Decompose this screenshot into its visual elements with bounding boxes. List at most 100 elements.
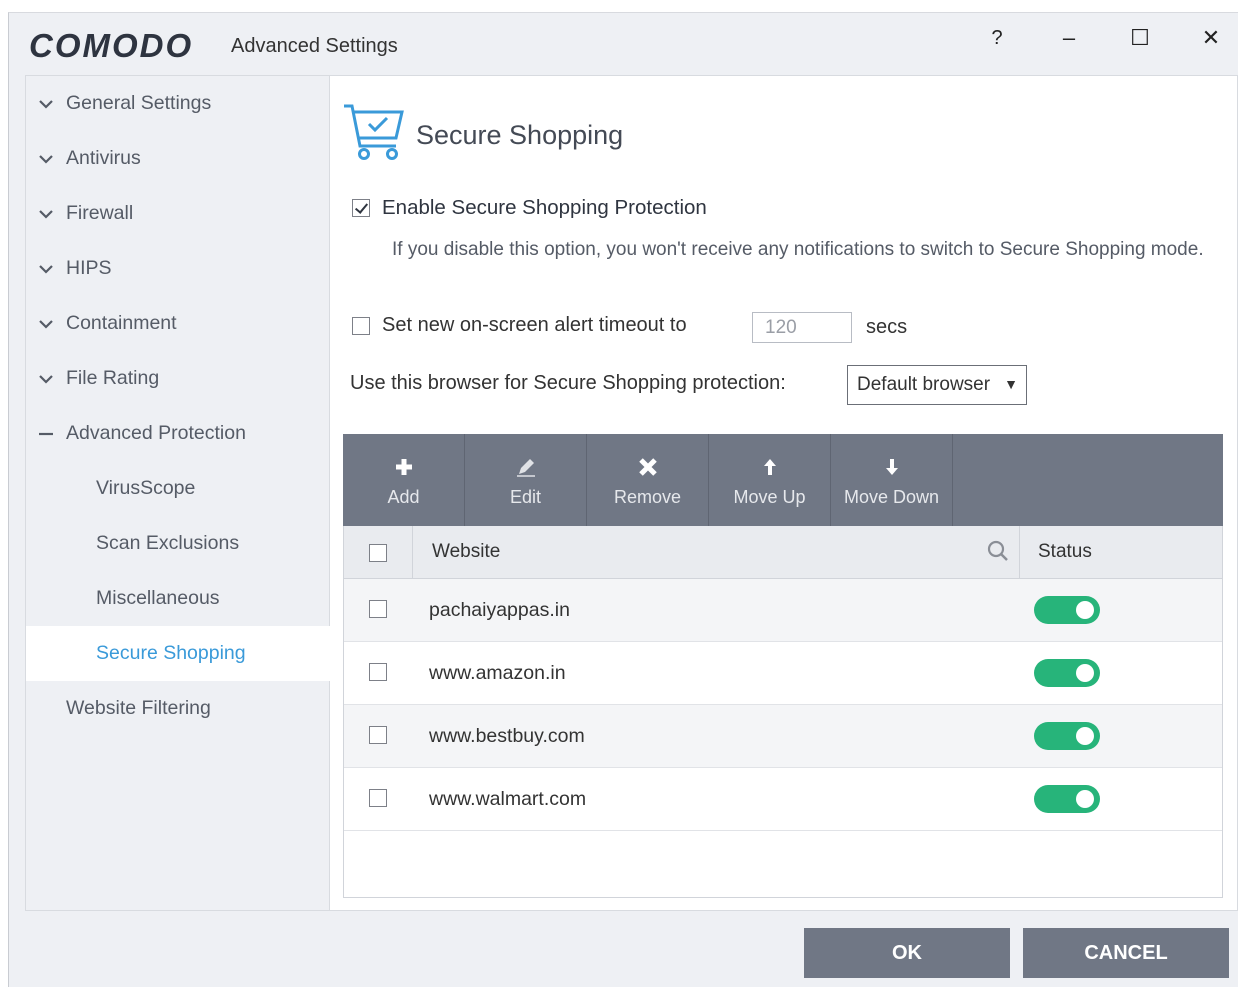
settings-panel: General Settings Antivirus Firewall HIPS… <box>25 75 1238 911</box>
website-cell: www.amazon.in <box>429 662 566 684</box>
cancel-button[interactable]: CANCEL <box>1023 928 1229 978</box>
sidebar-item-hips[interactable]: HIPS <box>26 241 330 296</box>
chevron-down-icon <box>26 154 66 164</box>
sidebar-item-antivirus[interactable]: Antivirus <box>26 131 330 186</box>
status-toggle[interactable] <box>1034 659 1100 687</box>
sidebar-item-file-rating[interactable]: File Rating <box>26 351 330 406</box>
sidebar-item-label: Advanced Protection <box>66 422 246 444</box>
table-row[interactable]: pachaiyappas.in <box>344 579 1222 642</box>
sidebar-item-label: HIPS <box>66 257 112 279</box>
sidebar-item-firewall[interactable]: Firewall <box>26 186 330 241</box>
move-down-button[interactable]: Move Down <box>831 434 953 526</box>
table-row[interactable]: www.bestbuy.com <box>344 705 1222 768</box>
move-up-button[interactable]: Move Up <box>709 434 831 526</box>
browser-select-value: Default browser <box>857 374 991 395</box>
move-down-button-label: Move Down <box>843 486 940 507</box>
add-button[interactable]: Add <box>343 434 465 526</box>
column-header-website[interactable]: Website <box>432 541 500 563</box>
status-toggle[interactable] <box>1034 596 1100 624</box>
sidebar-item-website-filtering[interactable]: Website Filtering <box>26 681 330 736</box>
row-checkbox[interactable] <box>369 600 387 618</box>
collapse-dash-icon <box>26 429 66 439</box>
sidebar: General Settings Antivirus Firewall HIPS… <box>26 76 330 910</box>
select-all-checkbox[interactable] <box>369 543 387 562</box>
table-row[interactable]: www.amazon.in <box>344 642 1222 705</box>
alert-timeout-label[interactable]: Set new on-screen alert timeout to <box>382 314 687 337</box>
sidebar-item-label: Firewall <box>66 202 134 224</box>
column-divider <box>1019 526 1020 579</box>
chevron-down-icon <box>26 99 66 109</box>
chevron-down-icon <box>26 319 66 329</box>
timeout-unit-label: secs <box>866 316 908 338</box>
page-title: Secure Shopping <box>416 120 624 150</box>
move-up-button-label: Move Up <box>733 486 806 507</box>
pencil-icon <box>515 453 537 481</box>
sidebar-item-scan-exclusions[interactable]: Scan Exclusions <box>26 516 330 571</box>
remove-button[interactable]: Remove <box>587 434 709 526</box>
toggle-knob <box>1076 790 1094 808</box>
sidebar-item-label: VirusScope <box>96 477 196 499</box>
ok-button[interactable]: OK <box>804 928 1010 978</box>
alert-timeout-checkbox[interactable] <box>352 316 370 335</box>
sidebar-item-label: Miscellaneous <box>96 587 220 609</box>
minimize-button[interactable]: – <box>1049 23 1089 53</box>
comodo-logo: COMODO <box>29 27 194 64</box>
status-toggle[interactable] <box>1034 785 1100 813</box>
toggle-knob <box>1076 727 1094 745</box>
chevron-down-icon <box>26 209 66 219</box>
enable-secure-shopping-label[interactable]: Enable Secure Shopping Protection <box>382 196 707 220</box>
shopping-cart-check-icon <box>342 102 406 167</box>
sidebar-item-label: File Rating <box>66 367 160 389</box>
arrow-up-icon <box>763 453 777 481</box>
row-checkbox[interactable] <box>369 726 387 744</box>
column-header-status[interactable]: Status <box>1038 541 1092 563</box>
enable-secure-shopping-checkbox[interactable] <box>352 199 370 217</box>
sidebar-item-containment[interactable]: Containment <box>26 296 330 351</box>
edit-button[interactable]: Edit <box>465 434 587 526</box>
title-bar[interactable]: COMODO Advanced Settings ? – ☐ ✕ <box>9 13 1238 75</box>
sidebar-item-label: Scan Exclusions <box>96 532 240 554</box>
toggle-knob <box>1076 664 1094 682</box>
enable-secure-shopping-row: Enable Secure Shopping Protection <box>352 196 707 220</box>
arrow-down-icon <box>885 453 899 481</box>
sidebar-item-miscellaneous[interactable]: Miscellaneous <box>26 571 330 626</box>
website-cell: www.bestbuy.com <box>429 725 585 747</box>
website-cell: pachaiyappas.in <box>429 599 570 621</box>
alert-timeout-input[interactable]: 120 <box>752 312 852 343</box>
website-table: Website Status pachaiyappas.in www.amazo… <box>343 526 1223 898</box>
help-button[interactable]: ? <box>977 23 1017 53</box>
main-content: Secure Shopping Enable Secure Shopping P… <box>330 76 1238 910</box>
close-button[interactable]: ✕ <box>1191 23 1231 53</box>
row-checkbox[interactable] <box>369 663 387 681</box>
plus-icon <box>394 453 414 481</box>
alert-timeout-row: Set new on-screen alert timeout to <box>352 314 687 337</box>
edit-button-label: Edit <box>509 486 542 507</box>
maximize-button[interactable]: ☐ <box>1120 23 1160 53</box>
sidebar-item-general-settings[interactable]: General Settings <box>26 76 330 131</box>
chevron-down-icon <box>26 264 66 274</box>
toggle-knob <box>1076 601 1094 619</box>
table-header: Website Status <box>344 526 1222 579</box>
enable-description: If you disable this option, you won't re… <box>392 239 1204 260</box>
sidebar-item-secure-shopping[interactable]: Secure Shopping <box>26 626 330 681</box>
table-row[interactable]: www.walmart.com <box>344 768 1222 831</box>
sidebar-item-label: Antivirus <box>66 147 141 169</box>
row-checkbox[interactable] <box>369 789 387 807</box>
sidebar-item-label: Secure Shopping <box>96 642 246 664</box>
sidebar-item-label: Containment <box>66 312 177 334</box>
add-button-label: Add <box>387 486 420 507</box>
status-toggle[interactable] <box>1034 722 1100 750</box>
search-icon[interactable] <box>987 540 1009 567</box>
settings-window: COMODO Advanced Settings ? – ☐ ✕ General… <box>8 12 1238 987</box>
browser-label: Use this browser for Secure Shopping pro… <box>350 372 786 394</box>
browser-select[interactable]: Default browser ▼ <box>847 365 1027 405</box>
chevron-down-icon <box>26 374 66 384</box>
window-title: Advanced Settings <box>231 35 398 57</box>
dropdown-arrow-icon: ▼ <box>1004 376 1018 392</box>
website-cell: www.walmart.com <box>429 788 587 810</box>
select-all-cell <box>344 526 413 579</box>
remove-x-icon <box>638 453 658 481</box>
sidebar-item-virusscope[interactable]: VirusScope <box>26 461 330 516</box>
sidebar-item-label: Website Filtering <box>66 697 211 719</box>
sidebar-item-advanced-protection[interactable]: Advanced Protection <box>26 406 330 461</box>
